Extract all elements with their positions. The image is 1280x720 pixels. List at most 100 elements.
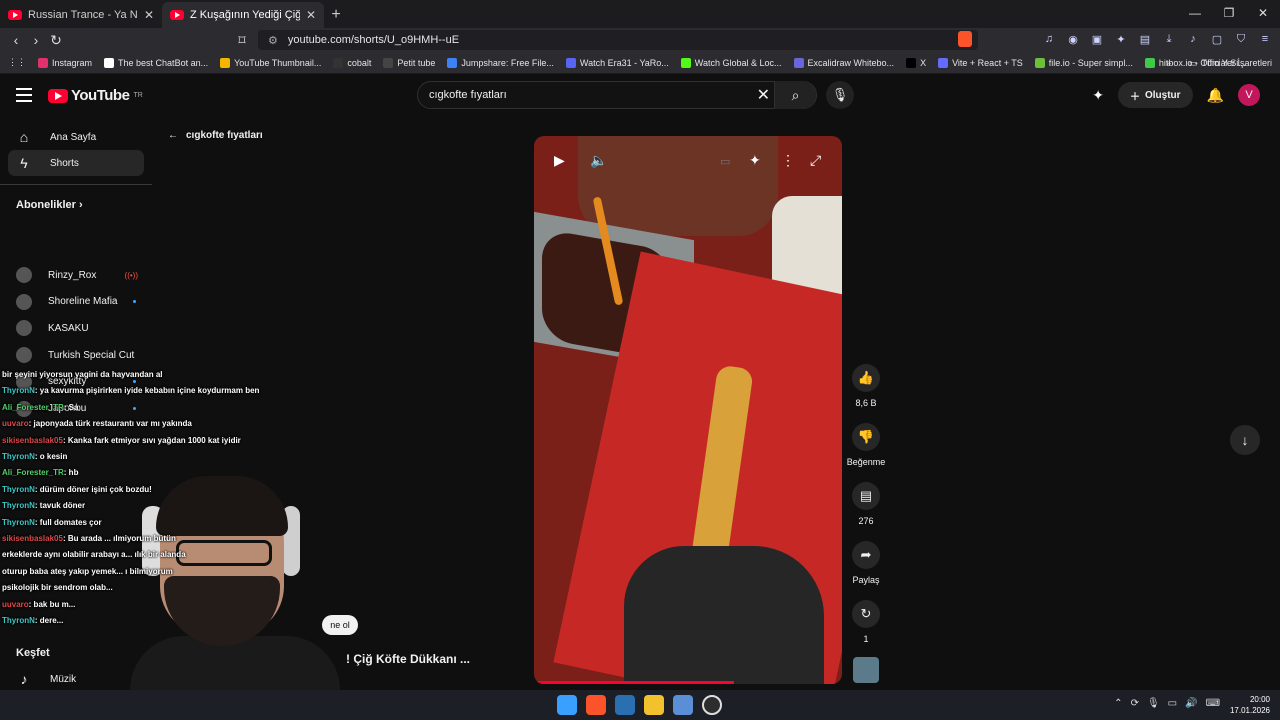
bookmark-item[interactable]: Petit tube [377,57,441,68]
subscription-item[interactable]: Rinzy_Rox ((•)) [16,265,138,285]
sidebar-item-home[interactable]: ⌂ Ana Sayfa [8,124,144,150]
share-label: Paylaş [852,575,880,585]
bookmark-item[interactable]: Watch Era31 - YaRo... [560,57,675,68]
back-to-results[interactable]: ← cıgkofte fıyatları [168,130,263,141]
apps-grid-icon[interactable]: ⋮⋮ [0,57,32,68]
video-title[interactable]: ! Çiğ Köfte Dükkanı ... [346,652,470,666]
search-box[interactable]: cıgkofte fıyatları ✕ ⌕ [417,81,817,109]
sound-thumbnail[interactable] [853,657,879,683]
bookmark-item[interactable]: Instagram [32,57,98,68]
bookmark-favicon-icon [906,57,917,68]
search-input[interactable]: cıgkofte fıyatları [429,89,507,101]
chat-text: : ya kavurma pişirirken iyide kebabın iç… [34,386,260,396]
youtube-logo[interactable]: YouTube TR [48,87,143,104]
chevron-up-icon[interactable]: ⌃ [1114,698,1122,709]
site-info-icon[interactable]: ⚙ [268,34,278,47]
avatar[interactable]: V [1238,84,1260,106]
steam-icon[interactable] [615,695,635,715]
sidebar-item-label: Ana Sayfa [50,131,97,143]
chat-username: sikisenbaslak05 [2,435,63,445]
remix-button[interactable]: ↻ 1 [846,600,886,644]
sidebar-item-music[interactable]: ♪ Müzik [8,666,144,692]
subscription-item[interactable]: KASAKU [16,318,136,338]
back-arrow-icon[interactable]: ‹ [6,32,26,48]
play-icon[interactable]: ▶ [554,152,565,169]
voice-search-icon[interactable]: 🎙 [826,81,854,109]
clear-search-icon[interactable]: ✕ [757,85,770,105]
media-icon[interactable]: ♪ [1186,30,1200,48]
sidebar-icon[interactable]: ▤ [1138,30,1152,48]
app-icon[interactable] [673,695,693,715]
short-video-player[interactable]: ▶ 🔈 ▭ ✦ ⋮ ⤢ [534,136,842,684]
subscription-item[interactable]: Shoreline Mafia [16,292,136,312]
browser-tab-2[interactable]: Z Kuşağının Yediği Çiğ Köfte! Çiğ... ✕ [162,2,324,28]
reload-icon[interactable]: ↻ [46,32,66,49]
language-icon[interactable]: ⌨ [1206,698,1220,709]
fullscreen-icon[interactable]: ⤢ [810,152,821,169]
search-icon[interactable]: ⌕ [774,81,816,109]
address-bar[interactable]: ⚙ youtube.com/shorts/U_o9HMH--uE [258,30,978,50]
bookmark-item[interactable]: X [900,57,932,68]
extension-icon[interactable]: ◉ [1066,30,1080,48]
comments-button[interactable]: ▤ 276 [846,482,886,526]
next-short-button[interactable]: ↓ [1230,425,1260,455]
download-icon[interactable]: ⤓ [1162,30,1176,48]
captions-icon[interactable]: ▭ [720,155,730,168]
chat-username: uuvaro [2,419,29,429]
guide-menu-icon[interactable] [16,88,32,102]
minimize-icon[interactable]: — [1178,0,1212,26]
windows-start-icon[interactable] [557,695,577,715]
bookmark-item[interactable]: Vite + React + TS [932,57,1029,68]
all-bookmarks-link[interactable]: Tüm Yer İşaretleri [1201,58,1272,68]
sidebar-item-shorts[interactable]: ϟ Shorts [8,150,144,176]
more-bookmarks-icon[interactable]: » [1166,58,1171,68]
display-icon[interactable]: ▭ [1168,698,1177,709]
browser-tab-1[interactable]: Russian Trance - Ya Nichya, Ya Chuzh... … [0,2,162,28]
chat-text: : o kesin [34,452,68,462]
file-explorer-icon[interactable] [644,695,664,715]
wallet-icon[interactable]: ▢ [1210,30,1224,48]
obs-icon[interactable] [702,695,722,715]
share-icon: ➦ [852,541,880,569]
close-tab-icon[interactable]: ✕ [306,8,316,22]
bookmark-item[interactable]: YouTube Thumbnail... [214,57,327,68]
restore-icon[interactable]: ❐ [1212,0,1246,26]
premium-icon[interactable]: ✦ [749,152,761,169]
new-tab-button[interactable]: + [324,2,348,28]
bookmark-item[interactable]: Jumpshare: Free File... [441,57,560,68]
bookmark-item[interactable]: The best ChatBot an... [98,57,214,68]
system-clock[interactable]: 20:00 17.01.2026 [1230,694,1270,716]
brave-browser-icon[interactable] [586,695,606,715]
bookmark-page-icon[interactable]: ⌑ [232,32,252,49]
tray-app-icon[interactable]: ⟳ [1131,698,1139,709]
bookmark-label: The best ChatBot an... [118,57,209,68]
subscriptions-header[interactable]: Abonelikler › [16,199,83,211]
extension-icon[interactable]: ▣ [1090,30,1104,48]
puzzle-icon[interactable]: ✦ [1114,30,1128,48]
close-tab-icon[interactable]: ✕ [144,8,154,22]
brave-shields-icon[interactable] [958,31,972,47]
premium-icon[interactable]: ✦ [1092,87,1104,104]
audio-icon[interactable]: ♫ [1042,30,1056,48]
forward-arrow-icon[interactable]: › [26,32,46,48]
sidebar-item-label: Müzik [50,673,77,685]
create-button[interactable]: ＋ Oluştur [1118,82,1193,108]
video-progress-bar[interactable] [534,681,735,684]
volume-icon[interactable]: 🔊 [1185,698,1197,709]
more-vert-icon[interactable]: ⋮ [781,152,795,169]
like-button[interactable]: 👍 8,6 B [846,364,886,408]
notifications-bell-icon[interactable]: 🔔 [1207,87,1224,104]
windows-taskbar: ⌃ ⟳ 🎙 ▭ 🔊 ⌨ 20:00 17.01.2026 [0,690,1280,720]
vpn-icon[interactable]: ⛉ [1234,30,1248,48]
close-window-icon[interactable]: ✕ [1246,0,1280,26]
bookmark-item[interactable]: file.io - Super simpl... [1029,57,1139,68]
bookmark-item[interactable]: cobalt [327,57,377,68]
menu-icon[interactable]: ≡ [1258,30,1272,48]
share-button[interactable]: ➦ Paylaş [846,541,886,585]
subscription-item[interactable]: Turkish Special Cut [16,345,136,365]
dislike-button[interactable]: 👎 Beğenme [846,423,886,467]
mic-icon[interactable]: 🎙 [1147,698,1160,709]
volume-icon[interactable]: 🔈 [590,152,607,169]
bookmark-item[interactable]: Watch Global & Loc... [675,57,788,68]
bookmark-item[interactable]: Excalidraw Whitebo... [788,57,901,68]
